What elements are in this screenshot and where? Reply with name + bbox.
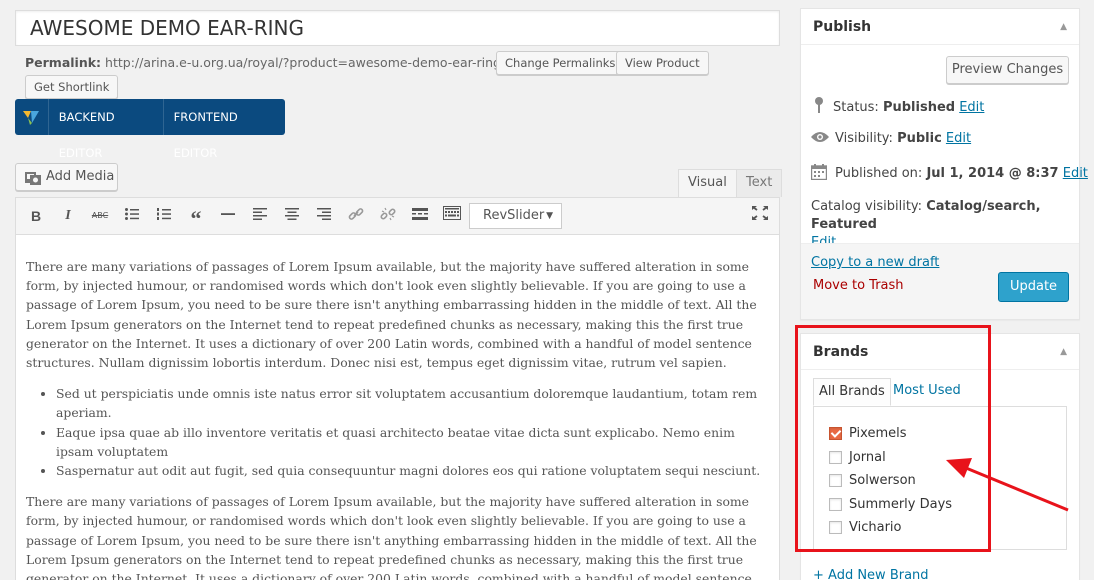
tab-all-brands[interactable]: All Brands	[813, 378, 891, 406]
toolbar-toggle-icon[interactable]	[442, 206, 462, 226]
align-left-icon[interactable]	[250, 206, 270, 226]
bullet-list-icon[interactable]	[122, 206, 142, 226]
edit-date-link[interactable]: Edit	[1063, 166, 1088, 181]
chevron-down-icon: ▼	[546, 211, 553, 221]
edit-status-link[interactable]: Edit	[959, 100, 984, 115]
add-media-label: Add Media	[46, 169, 115, 184]
frontend-editor-button[interactable]: FRONTEND EDITOR	[162, 99, 285, 160]
align-right-icon[interactable]	[314, 206, 334, 226]
blockquote-icon[interactable]: “	[186, 206, 206, 231]
visibility-row: Visibility: Public Edit	[811, 130, 971, 148]
visibility-value: Public	[897, 131, 942, 146]
fullscreen-icon[interactable]	[750, 206, 770, 226]
add-media-button[interactable]: Add Media	[15, 163, 118, 191]
permalink-url[interactable]: http://arina.e-u.org.ua/royal/?product=a…	[105, 55, 521, 70]
post-title-input[interactable]: AWESOME DEMO EAR-RING	[15, 10, 780, 46]
align-center-icon[interactable]	[282, 206, 302, 226]
italic-icon[interactable]: I	[58, 206, 78, 226]
list-item: Eaque ipsa quae ab illo inventore verita…	[56, 423, 769, 461]
publish-box-header[interactable]: Publish ▲	[801, 9, 1079, 45]
status-row: Status: Published Edit	[811, 96, 984, 117]
published-label: Published on:	[835, 166, 923, 181]
content-bullet-list: Sed ut perspiciatis unde omnis iste natu…	[56, 384, 769, 480]
tab-visual[interactable]: Visual	[678, 169, 737, 197]
content-paragraph-2: There are many variations of passages of…	[26, 494, 757, 580]
collapse-arrow-icon[interactable]: ▲	[1060, 9, 1067, 45]
edit-visibility-link[interactable]: Edit	[946, 131, 971, 146]
update-button[interactable]: Update	[998, 272, 1069, 302]
permalink-row: Permalink: http://arina.e-u.org.ua/royal…	[25, 55, 521, 71]
insert-link-icon[interactable]	[346, 206, 366, 226]
horizontal-rule-icon[interactable]	[218, 206, 238, 226]
calendar-icon	[810, 164, 828, 181]
visual-composer-logo-icon[interactable]	[15, 99, 48, 135]
backend-editor-button[interactable]: BACKEND EDITOR	[47, 99, 163, 160]
tab-text[interactable]: Text	[736, 169, 783, 197]
move-to-trash-link[interactable]: Move to Trash	[813, 277, 904, 295]
copy-to-draft-link[interactable]: Copy to a new draft	[811, 254, 939, 272]
media-icon	[25, 172, 41, 185]
content-editor[interactable]: B I ABC “ RevSlider ▼ There are many var…	[15, 197, 780, 580]
collapse-arrow-icon[interactable]: ▲	[1060, 334, 1067, 370]
editor-toolbar: B I ABC “ RevSlider ▼	[16, 198, 779, 235]
change-permalinks-button[interactable]: Change Permalinks	[496, 51, 625, 75]
status-label: Status:	[833, 100, 879, 115]
content-paragraph-1: There are many variations of passages of…	[26, 259, 757, 371]
status-value: Published	[882, 100, 956, 115]
revslider-label: RevSlider	[483, 208, 545, 223]
read-more-icon[interactable]	[410, 206, 430, 226]
catalog-label: Catalog visibility:	[811, 199, 923, 214]
editor-content[interactable]: There are many variations of passages of…	[16, 235, 779, 580]
list-item: Sed ut perspiciatis unde omnis iste natu…	[56, 384, 769, 422]
visual-composer-bar: BACKEND EDITOR FRONTEND EDITOR	[15, 99, 285, 160]
permalink-label: Permalink:	[25, 55, 102, 70]
view-product-button[interactable]: View Product	[616, 51, 709, 75]
add-new-brand-link[interactable]: + Add New Brand	[813, 567, 929, 580]
publish-title: Publish	[813, 19, 872, 35]
list-item: Saspernatur aut odit aut fugit, sed quia…	[56, 461, 769, 480]
bold-icon[interactable]: B	[26, 206, 46, 226]
preview-changes-button[interactable]: Preview Changes	[946, 56, 1069, 84]
revslider-dropdown[interactable]: RevSlider ▼	[469, 203, 562, 229]
get-shortlink-button[interactable]: Get Shortlink	[25, 75, 119, 99]
remove-link-icon[interactable]	[378, 206, 398, 226]
numbered-list-icon[interactable]	[154, 206, 174, 226]
pin-icon	[815, 97, 823, 113]
published-on-row: Published on: Jul 1, 2014 @ 8:37 Edit	[810, 164, 1088, 183]
strikethrough-icon[interactable]: ABC	[90, 206, 110, 226]
visibility-label: Visibility:	[835, 131, 893, 146]
arrow-icon	[946, 458, 1069, 512]
eye-icon	[811, 132, 829, 142]
published-value: Jul 1, 2014 @ 8:37	[926, 166, 1059, 181]
